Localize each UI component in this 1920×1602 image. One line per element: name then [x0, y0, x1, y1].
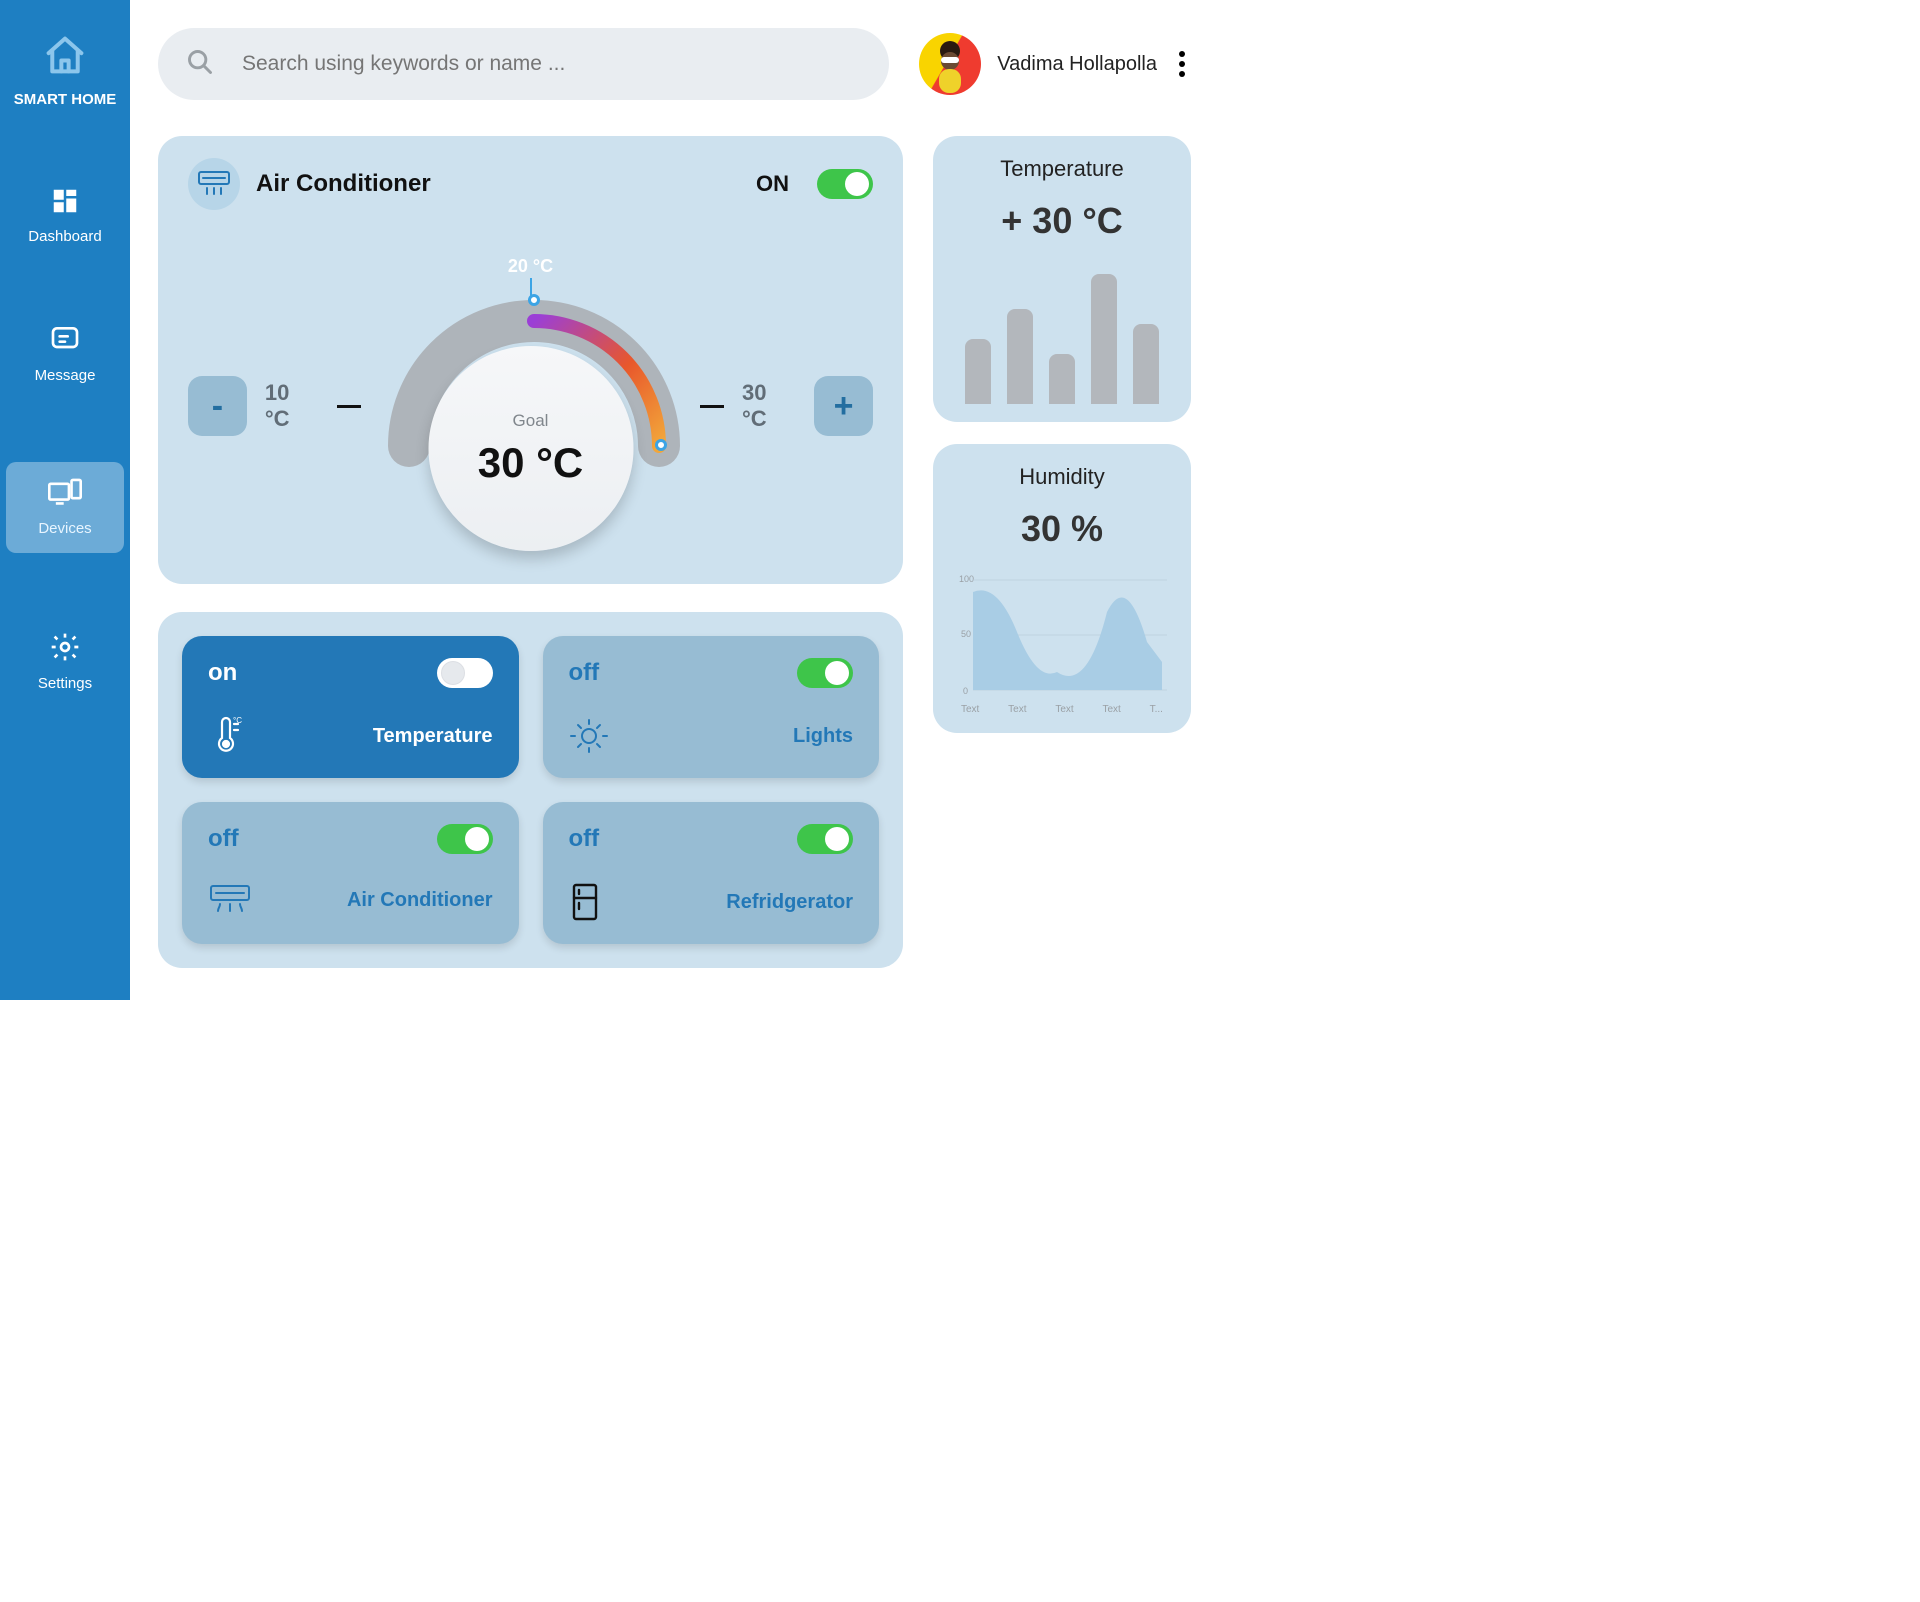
temperature-dial[interactable]: 20 °C	[379, 256, 683, 556]
sidebar: SMART HOME Dashboard Message Devices Set	[0, 0, 130, 1000]
device-toggle[interactable]	[797, 824, 853, 854]
search-icon	[186, 48, 214, 81]
decrease-button[interactable]: -	[188, 376, 247, 436]
device-tile-lights[interactable]: off Lights	[543, 636, 880, 778]
sidebar-brand[interactable]: SMART HOME	[14, 35, 117, 108]
topbar: Vadima Hollapolla	[158, 28, 1191, 100]
devices-icon	[48, 478, 82, 508]
humidity-value: 30 %	[957, 508, 1167, 550]
device-state: on	[208, 659, 237, 687]
svg-text:°C: °C	[233, 716, 242, 725]
device-toggle[interactable]	[797, 658, 853, 688]
ac-icon	[208, 882, 252, 918]
device-label: Lights	[793, 725, 853, 748]
gauge-dot-right	[655, 439, 667, 451]
message-icon	[49, 323, 81, 355]
tick-right	[700, 405, 724, 408]
device-label: Temperature	[373, 725, 493, 748]
device-label: Air Conditioner	[347, 889, 493, 912]
svg-text:100: 100	[959, 574, 974, 584]
tick-left	[337, 405, 361, 408]
kebab-menu-icon[interactable]	[1173, 45, 1191, 83]
avatar	[919, 33, 981, 95]
humidity-x-axis: Text Text Text Text T...	[957, 702, 1167, 715]
svg-text:0: 0	[963, 686, 968, 696]
ac-card: Air Conditioner ON - 10 °C 20 °C	[158, 136, 903, 584]
sidebar-item-settings[interactable]: Settings	[38, 631, 92, 692]
device-tile-temperature[interactable]: on °C Temperature	[182, 636, 519, 778]
search-input[interactable]	[242, 52, 861, 76]
device-tile-air-conditioner[interactable]: off Air Conditioner	[182, 802, 519, 944]
gauge-dot-top	[528, 294, 540, 306]
ac-title: Air Conditioner	[256, 170, 431, 198]
range-right: 30 °C	[742, 380, 796, 432]
sidebar-item-label: Message	[35, 367, 96, 384]
ac-status-label: ON	[756, 171, 789, 197]
search-bar[interactable]	[158, 28, 889, 100]
device-state: off	[569, 825, 600, 853]
range-top: 20 °C	[508, 256, 553, 277]
stats-column: Temperature + 30 °C Humidity 30 % 100	[933, 136, 1191, 1000]
gauge-goal-label: Goal	[513, 411, 549, 431]
grid-icon	[50, 186, 80, 216]
gauge-center: Goal 30 °C	[428, 346, 633, 551]
device-grid-card: on °C Temperature	[158, 612, 903, 968]
device-state: off	[208, 825, 239, 853]
sidebar-item-dashboard[interactable]: Dashboard	[28, 186, 101, 245]
device-state: off	[569, 659, 600, 687]
device-tile-refrigerator[interactable]: off Refridgerator	[543, 802, 880, 944]
gear-icon	[49, 631, 81, 663]
gauge-goal-value: 30 °C	[478, 439, 584, 487]
thermo-icon: °C	[208, 716, 252, 756]
ac-toggle[interactable]	[817, 169, 873, 199]
temperature-value: + 30 °C	[957, 200, 1167, 242]
sidebar-item-label: Devices	[38, 520, 91, 537]
range-left: 10 °C	[265, 380, 319, 432]
home-icon	[43, 35, 87, 75]
svg-text:50: 50	[961, 629, 971, 639]
username: Vadima Hollapolla	[997, 53, 1157, 76]
main: Vadima Hollapolla Air Conditioner ON	[130, 0, 1213, 1000]
sidebar-item-label: Settings	[38, 675, 92, 692]
device-toggle[interactable]	[437, 658, 493, 688]
device-toggle[interactable]	[437, 824, 493, 854]
humidity-area-chart: 100 50 0	[957, 572, 1167, 702]
device-label: Refridgerator	[726, 891, 853, 914]
light-icon	[569, 716, 613, 756]
sidebar-item-label: Dashboard	[28, 228, 101, 245]
sidebar-item-message[interactable]: Message	[35, 323, 96, 384]
brand-label: SMART HOME	[14, 91, 117, 108]
temperature-bar-chart	[957, 264, 1167, 404]
increase-button[interactable]: +	[814, 376, 873, 436]
humidity-card: Humidity 30 % 100 50 0 Text Text	[933, 444, 1191, 733]
sidebar-item-devices[interactable]: Devices	[6, 462, 123, 553]
temperature-title: Temperature	[957, 156, 1167, 182]
user-menu[interactable]: Vadima Hollapolla	[919, 33, 1191, 95]
temperature-card: Temperature + 30 °C	[933, 136, 1191, 422]
fridge-icon	[569, 882, 613, 922]
ac-unit-icon	[188, 158, 240, 210]
humidity-title: Humidity	[957, 464, 1167, 490]
